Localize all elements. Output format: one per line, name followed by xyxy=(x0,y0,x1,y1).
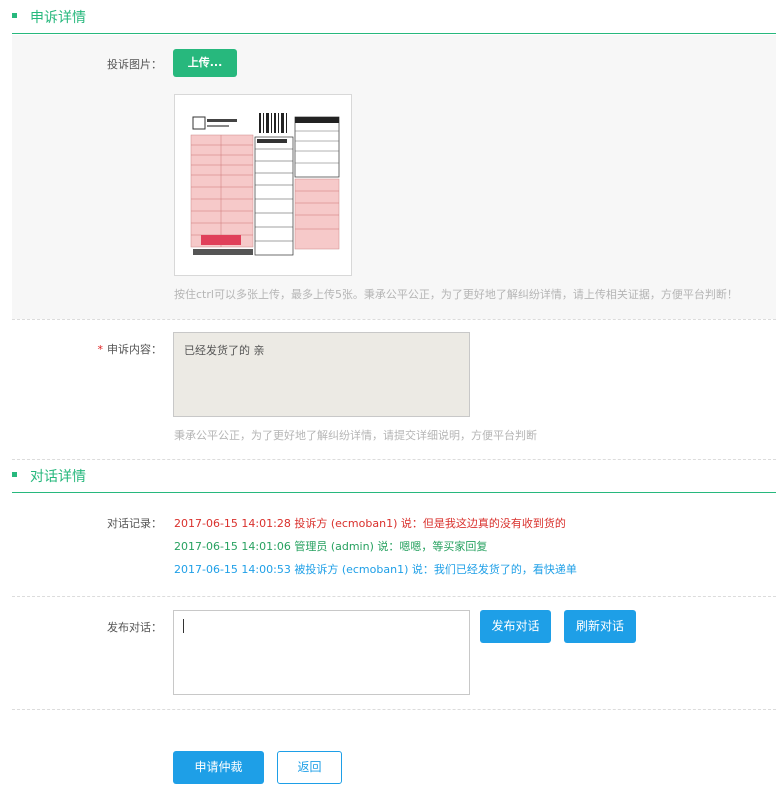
back-button[interactable]: 返回 xyxy=(277,751,342,784)
appeal-content-value: 已经发货了的 亲 xyxy=(184,344,265,357)
appeal-section-header: 申诉详情 xyxy=(0,0,776,34)
uploaded-image-thumbnail[interactable] xyxy=(174,94,352,276)
content-hint: 秉承公平公正，为了更好地了解纠纷详情，请提交详细说明，方便平台判断 xyxy=(174,429,537,442)
appeal-section-title: 申诉详情 xyxy=(30,10,86,26)
upload-label: 投诉图片： xyxy=(107,58,162,71)
post-dialog-input[interactable] xyxy=(173,610,470,695)
required-marker: * xyxy=(97,343,104,356)
refresh-dialog-button[interactable]: 刷新对话 xyxy=(564,610,636,643)
section-bullet-icon xyxy=(12,13,17,18)
dialog-section-header: 对话详情 xyxy=(0,459,776,493)
upload-row xyxy=(12,35,776,319)
row-divider xyxy=(12,596,776,597)
section-divider xyxy=(12,33,776,34)
post-dialog-button[interactable]: 发布对话 xyxy=(480,610,551,643)
dialog-message-respondent: 2017-06-15 14:00:53 被投诉方 (ecmoban1) 说：我们… xyxy=(174,563,577,576)
records-label: 对话记录： xyxy=(107,517,162,530)
section-bullet-icon xyxy=(12,472,17,477)
waybill-image xyxy=(189,113,340,259)
upload-hint: 按住ctrl可以多张上传，最多上传5张。秉承公平公正，为了更好地了解纠纷详情，请… xyxy=(174,288,738,301)
content-label-text: 申诉内容： xyxy=(107,343,162,356)
row-divider xyxy=(12,709,776,710)
dialog-message-complainant: 2017-06-15 14:01:28 投诉方 (ecmoban1) 说：但是我… xyxy=(174,517,566,530)
section-divider xyxy=(12,492,776,493)
appeal-content-field[interactable]: 已经发货了的 亲 xyxy=(173,332,470,417)
row-divider xyxy=(12,319,776,320)
upload-button[interactable]: 上传... xyxy=(173,49,237,77)
content-label: * 申诉内容： xyxy=(12,341,163,357)
apply-arbitration-button[interactable]: 申请仲裁 xyxy=(173,751,264,784)
post-label: 发布对话： xyxy=(107,621,162,634)
dialog-section-title: 对话详情 xyxy=(30,469,86,485)
text-cursor xyxy=(183,619,184,633)
dialog-message-admin: 2017-06-15 14:01:06 管理员 (admin) 说：嗯嗯，等买家… xyxy=(174,540,488,553)
